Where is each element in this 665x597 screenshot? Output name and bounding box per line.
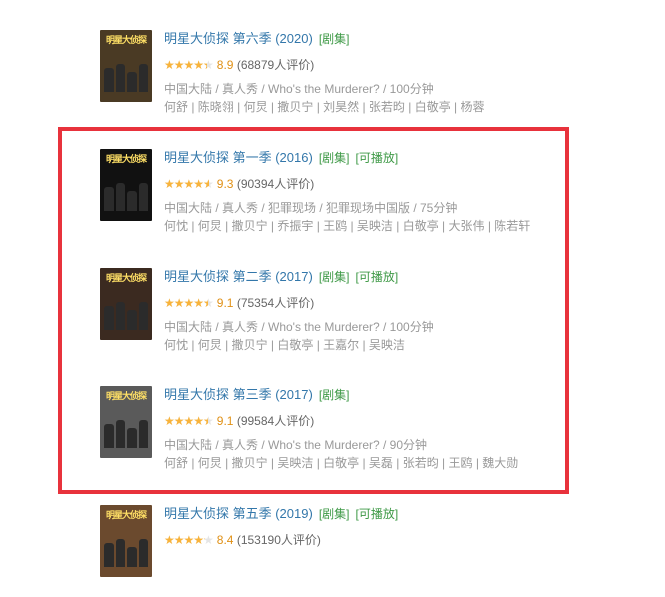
poster-image[interactable]: 明星大侦探 — [100, 268, 152, 340]
title-row: 明星大侦探 第六季 (2020) [剧集] — [164, 30, 624, 50]
poster-figures — [104, 181, 148, 211]
rating-score: 8.4 — [216, 533, 234, 547]
poster-logo-text: 明星大侦探 — [105, 391, 147, 401]
meta-line: 中国大陆 / 真人秀 / 犯罪现场 / 犯罪现场中国版 / 75分钟 — [164, 201, 458, 215]
poster-logo-text: 明星大侦探 — [105, 35, 147, 45]
playable-tag[interactable]: [可播放] — [355, 507, 398, 521]
star-rating-icon: ★★★★★★★★★★ — [164, 296, 214, 310]
title-link[interactable]: 明星大侦探 第五季 (2019) — [164, 506, 313, 521]
playable-tag[interactable]: [可播放] — [355, 270, 398, 284]
poster-image[interactable]: 明星大侦探 — [100, 386, 152, 458]
result-info: 明星大侦探 第六季 (2020) [剧集] ★★★★★★★★★★8.9 (68879… — [164, 30, 624, 116]
result-item: 明星大侦探 明星大侦探 第一季 (2016) [剧集] [可播放] ★★★★★ ★★★★★… — [100, 149, 620, 241]
title-row: 明星大侦探 第二季 (2017) [剧集] [可播放] — [164, 268, 624, 288]
rating-score: 8.9 — [216, 58, 234, 72]
playable-tag[interactable]: [可播放] — [355, 151, 398, 165]
result-info: 明星大侦探 第二季 (2017) [剧集] [可播放] ★★★★★ ★★★★★ 9.1 (… — [164, 268, 624, 354]
result-item: 明星大侦探 明星大侦探 第五季 (2019) [剧集] [可播放] ★★★★★★★★★★… — [100, 505, 620, 597]
title-link[interactable]: 明星大侦探 第三季 (2017) — [164, 387, 313, 402]
rating-row: ★★★★★★★★★★8.9 (68879人评价) — [164, 57, 624, 73]
result-item: 明星大侦探 明星大侦探 第三季 (2017) [剧集] ★★★★★ ★★★★★ 9.1 (… — [100, 386, 620, 478]
result-item: 明星大侦探 明星大侦探 第二季 (2017) [剧集] [可播放] ★★★★★ ★★★★★… — [100, 268, 620, 360]
meta-line: 中国大陆 / 真人秀 / Who's the Murderer? / 100分钟 — [164, 82, 434, 96]
poster-image[interactable]: 明星大侦探 — [100, 149, 152, 221]
star-rating-icon: ★★★★★★★★★★ — [164, 533, 214, 547]
title-link[interactable]: 明星大侦探 第二季 (2017) — [164, 269, 313, 284]
series-tag[interactable]: [剧集] — [319, 32, 350, 46]
series-tag[interactable]: [剧集] — [319, 507, 350, 521]
star-rating-icon: ★★★★★★★★★★ — [164, 177, 214, 191]
rating-row: ★★★★★★★★★★8.4 (153190人评价) — [164, 532, 624, 548]
vote-count: (90394人评价) — [236, 177, 315, 191]
star-fill: ★★★★★ — [164, 177, 210, 191]
poster-logo-text: 明星大侦探 — [105, 510, 147, 520]
vote-count: (75354人评价) — [236, 296, 315, 310]
poster-figures — [104, 537, 148, 567]
result-info: 明星大侦探 第五季 (2019) [剧集] [可播放] ★★★★★★★★★★8.4 (… — [164, 505, 624, 548]
cast-line: 何忱 | 何炅 | 撒贝宁 | 乔振宇 | 王鸥 | 吴映洁 | 白敬亭 | 大… — [164, 219, 531, 233]
title-link[interactable]: 明星大侦探 第六季 (2020) — [164, 31, 313, 46]
poster-image[interactable]: 明星大侦探 — [100, 505, 152, 577]
poster-logo-text: 明星大侦探 — [105, 273, 147, 283]
poster-figures — [104, 62, 148, 92]
rating-score: 9.1 — [216, 296, 234, 310]
rating-row: ★★★★★ ★★★★★ 9.3 (90394人评价) — [164, 176, 624, 192]
star-rating-icon: ★★★★★★★★★★ — [164, 414, 214, 428]
rating-row: ★★★★★ ★★★★★ 9.1 (75354人评价) — [164, 295, 624, 311]
star-fill: ★★★★★ — [164, 296, 209, 310]
title-row: 明星大侦探 第三季 (2017) [剧集] — [164, 386, 624, 406]
meta-line: 中国大陆 / 真人秀 / Who's the Murderer? / 100分钟 — [164, 320, 434, 334]
title-row: 明星大侦探 第五季 (2019) [剧集] [可播放] — [164, 505, 624, 525]
result-info: 明星大侦探 第一季 (2016) [剧集] [可播放] ★★★★★ ★★★★★ 9.3 (… — [164, 149, 624, 235]
poster-figures — [104, 418, 148, 448]
series-tag[interactable]: [剧集] — [319, 151, 350, 165]
poster-figures — [104, 300, 148, 330]
star-fill: ★★★★★ — [164, 414, 209, 428]
rating-score: 9.3 — [216, 177, 234, 191]
poster-image[interactable]: 明星大侦探 — [100, 30, 152, 102]
cast-line: 何舒 | 何炅 | 撒贝宁 | 吴映洁 | 白敬亭 | 吴磊 | 张若昀 | 王… — [164, 456, 519, 470]
vote-count: (68879人评价) — [236, 58, 315, 72]
result-info: 明星大侦探 第三季 (2017) [剧集] ★★★★★ ★★★★★ 9.1 (99584… — [164, 386, 624, 472]
series-tag[interactable]: [剧集] — [319, 270, 350, 284]
title-row: 明星大侦探 第一季 (2016) [剧集] [可播放] — [164, 149, 624, 169]
series-tag[interactable]: [剧集] — [319, 388, 350, 402]
rating-score: 9.1 — [216, 414, 234, 428]
result-item: 明星大侦探 明星大侦探 第六季 (2020) [剧集] ★★★★★★★★★★8.9 (… — [100, 30, 620, 122]
star-rating-icon: ★★★★★★★★★★ — [164, 58, 214, 72]
title-link[interactable]: 明星大侦探 第一季 (2016) — [164, 150, 313, 165]
star-fill: ★★★★★ — [164, 533, 205, 547]
vote-count: (153190人评价) — [236, 533, 321, 547]
meta-line: 中国大陆 / 真人秀 / Who's the Murderer? / 90分钟 — [164, 438, 428, 452]
star-fill: ★★★★★ — [164, 58, 207, 72]
poster-logo-text: 明星大侦探 — [105, 154, 147, 164]
cast-line: 何忱 | 何炅 | 撒贝宁 | 白敬亭 | 王嘉尔 | 吴映洁 — [164, 338, 405, 352]
cast-line: 何舒 | 陈晓翎 | 何炅 | 撒贝宁 | 刘昊然 | 张若昀 | 白敬亭 | … — [164, 100, 485, 114]
rating-row: ★★★★★ ★★★★★ 9.1 (99584人评价) — [164, 413, 624, 429]
vote-count: (99584人评价) — [236, 414, 315, 428]
